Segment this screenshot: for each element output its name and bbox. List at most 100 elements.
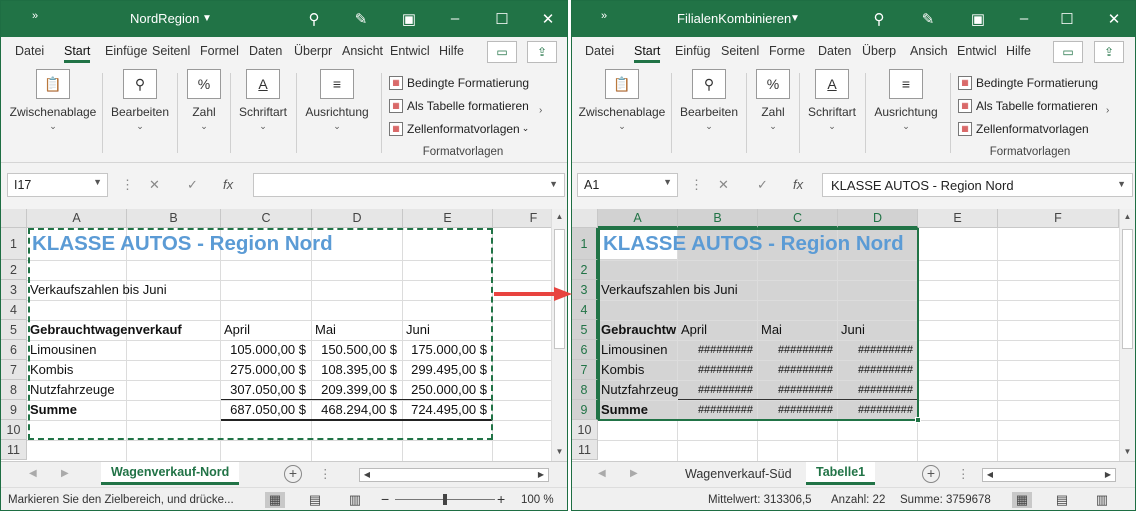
tab-seitenlayout[interactable]: Seitenl: [721, 44, 759, 58]
tab-einfuegen[interactable]: Einfüge: [105, 44, 147, 58]
sheet-tab-wagenverkauf-nord[interactable]: Wagenverkauf-Nord: [101, 462, 240, 485]
normal-view-icon[interactable]: ▦: [265, 492, 285, 508]
comment-icon[interactable]: ▭: [1053, 41, 1083, 63]
column-header-d[interactable]: D: [838, 209, 918, 228]
tab-scroll-right-icon[interactable]: ▶: [630, 468, 638, 479]
chevron-down-icon[interactable]: ▼: [663, 177, 672, 187]
row-header-8[interactable]: 8: [1, 380, 27, 400]
column-header-a[interactable]: A: [598, 209, 678, 228]
maximize-icon[interactable]: ☐: [492, 10, 512, 28]
formula-input[interactable]: ▼: [253, 173, 565, 197]
column-header-c[interactable]: C: [758, 209, 838, 228]
format-as-table-button[interactable]: ▦ Als Tabelle formatieren: [958, 94, 1102, 117]
tab-formeln[interactable]: Formel: [200, 44, 239, 58]
enter-icon[interactable]: ✓: [757, 177, 768, 201]
pen-icon[interactable]: ✎: [351, 10, 371, 28]
select-all-corner[interactable]: [572, 209, 598, 228]
conditional-formatting-button[interactable]: ▦ Bedingte Formatierung: [958, 71, 1102, 94]
expand-icon[interactable]: »: [25, 10, 45, 22]
row-header-7[interactable]: 7: [572, 360, 598, 380]
scroll-left-icon[interactable]: ◀: [983, 469, 997, 481]
fx-icon[interactable]: fx: [223, 177, 233, 201]
group-zwischenablage[interactable]: 📋 Zwischenablage ⌄: [578, 69, 666, 132]
column-header-f[interactable]: F: [998, 209, 1119, 228]
tab-ansicht[interactable]: Ansicht: [342, 44, 383, 58]
group-schriftart[interactable]: A Schriftart ⌄: [803, 69, 861, 132]
column-header-f[interactable]: F: [493, 209, 551, 228]
maximize-icon[interactable]: ☐: [1057, 10, 1077, 28]
tab-daten[interactable]: Daten: [249, 44, 282, 58]
format-as-table-button[interactable]: ▦ Als Tabelle formatieren: [389, 94, 537, 117]
enter-icon[interactable]: ✓: [187, 177, 198, 201]
row-header-4[interactable]: 4: [572, 300, 598, 320]
search-icon[interactable]: ⚲: [304, 10, 324, 28]
tab-ansicht[interactable]: Ansich: [910, 44, 948, 58]
name-box[interactable]: A1 ▼: [577, 173, 678, 197]
scroll-down-icon[interactable]: ▼: [552, 444, 567, 460]
search-icon[interactable]: ⚲: [869, 10, 889, 28]
row-header-2[interactable]: 2: [572, 260, 598, 280]
close-icon[interactable]: ✕: [1104, 10, 1124, 28]
pen-icon[interactable]: ✎: [918, 10, 938, 28]
row-header-10[interactable]: 10: [1, 420, 27, 440]
vertical-scrollbar[interactable]: ▲ ▼: [551, 209, 567, 461]
column-header-d[interactable]: D: [312, 209, 403, 228]
zoom-out-icon[interactable]: −: [381, 491, 389, 507]
row-header-1[interactable]: 1: [1, 228, 27, 260]
row-header-9[interactable]: 9: [1, 400, 27, 420]
group-zwischenablage[interactable]: 📋 Zwischenablage ⌄: [9, 69, 97, 132]
scroll-right-icon[interactable]: ▶: [534, 469, 548, 481]
chevron-down-icon[interactable]: ▼: [549, 179, 558, 189]
column-header-c[interactable]: C: [221, 209, 312, 228]
cell-styles-button[interactable]: ▦ Zellenformatvorlagen ⌄: [389, 117, 537, 140]
tab-scroll-right-icon[interactable]: ▶: [61, 468, 69, 479]
tab-datei[interactable]: Datei: [15, 44, 44, 58]
page-break-icon[interactable]: ▥: [1092, 492, 1112, 508]
tab-hilfe[interactable]: Hilfe: [439, 44, 464, 58]
row-header-5[interactable]: 5: [572, 320, 598, 340]
group-bearbeiten[interactable]: ⚲ Bearbeiten ⌄: [676, 69, 742, 132]
tab-start[interactable]: Start: [64, 44, 91, 63]
fx-icon[interactable]: fx: [793, 177, 803, 201]
row-header-11[interactable]: 11: [572, 440, 598, 460]
select-all-corner[interactable]: [1, 209, 27, 228]
expand-icon[interactable]: »: [594, 10, 614, 22]
column-header-a[interactable]: A: [27, 209, 127, 228]
page-break-icon[interactable]: ▥: [345, 492, 365, 508]
tab-scroll-left-icon[interactable]: ◀: [29, 468, 37, 479]
row-header-6[interactable]: 6: [1, 340, 27, 360]
scroll-left-icon[interactable]: ◀: [360, 469, 374, 481]
share-icon[interactable]: ⇪: [1094, 41, 1124, 63]
tab-hilfe[interactable]: Hilfe: [1006, 44, 1031, 58]
page-layout-icon[interactable]: ▤: [305, 492, 325, 508]
fill-handle[interactable]: [915, 417, 921, 423]
add-sheet-icon[interactable]: +: [284, 465, 302, 483]
formula-input[interactable]: KLASSE AUTOS - Region Nord ▼: [822, 173, 1133, 197]
restore-icon[interactable]: ▣: [399, 10, 419, 28]
row-header-8[interactable]: 8: [572, 380, 598, 400]
tab-scroll-left-icon[interactable]: ◀: [598, 468, 606, 479]
sheet-tab-wagenverkauf-sued[interactable]: Wagenverkauf-Süd: [685, 467, 792, 481]
column-header-e[interactable]: E: [918, 209, 998, 228]
column-header-b[interactable]: B: [678, 209, 758, 228]
tab-ueberpruefen[interactable]: Überp: [862, 44, 896, 58]
horizontal-scrollbar[interactable]: ◀ ▶: [982, 468, 1116, 482]
chevron-down-icon[interactable]: ▼: [93, 177, 102, 187]
row-header-3[interactable]: 3: [572, 280, 598, 300]
cell-styles-button[interactable]: ▦ Zellenformatvorlagen: [958, 117, 1102, 140]
cancel-icon[interactable]: ✕: [718, 177, 729, 201]
row-header-6[interactable]: 6: [572, 340, 598, 360]
group-bearbeiten[interactable]: ⚲ Bearbeiten ⌄: [107, 69, 173, 132]
group-zahl[interactable]: % Zahl ⌄: [181, 69, 227, 132]
tab-einfuegen[interactable]: Einfüg: [675, 44, 710, 58]
conditional-formatting-button[interactable]: ▦ Bedingte Formatierung: [389, 71, 537, 94]
scroll-up-icon[interactable]: ▲: [552, 209, 567, 225]
row-header-4[interactable]: 4: [1, 300, 27, 320]
group-zahl[interactable]: % Zahl ⌄: [750, 69, 796, 132]
vertical-scrollbar[interactable]: ▲ ▼: [1119, 209, 1135, 461]
tab-entwicklertools[interactable]: Entwicl: [390, 44, 430, 58]
scroll-right-icon[interactable]: ▶: [1101, 469, 1115, 481]
minimize-icon[interactable]: –: [1014, 10, 1034, 27]
chevron-right-icon[interactable]: ›: [1106, 105, 1109, 116]
row-header-7[interactable]: 7: [1, 360, 27, 380]
